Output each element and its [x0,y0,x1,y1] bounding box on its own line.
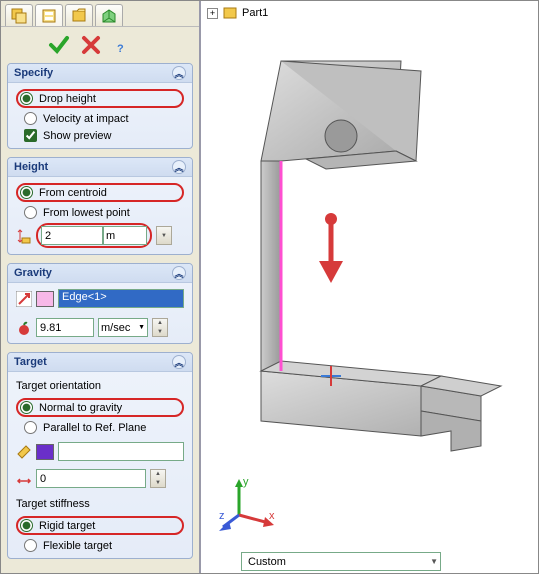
radio-from-centroid-input[interactable] [20,186,33,199]
group-specify-header[interactable]: Specify ︽ [8,64,192,83]
panel-tabbar [1,1,199,27]
part-icon [222,5,238,21]
radio-normal-input[interactable] [20,401,33,414]
radio-parallel-plane[interactable]: Parallel to Ref. Plane [16,421,184,434]
radio-drop-height-input[interactable] [20,92,33,105]
gravity-unit-label: m/sec [101,322,130,334]
radio-normal-to-gravity[interactable]: Normal to gravity [20,401,122,414]
ok-button[interactable] [47,33,71,57]
part-name-label: Part1 [242,7,268,19]
height-unit-dropdown[interactable]: ▼ [156,226,172,245]
group-specify: Specify ︽ Drop height Velocity at impact [7,63,193,149]
radio-flexible-target[interactable]: Flexible target [16,539,184,552]
group-gravity-title: Gravity [14,267,52,279]
direction-icon [16,291,32,307]
group-specify-title: Specify [14,67,53,79]
height-unit-label: m [106,230,115,242]
radio-parallel-label: Parallel to Ref. Plane [43,422,146,434]
friction-spinner[interactable]: ▲▼ [150,469,166,488]
gravity-unit-select[interactable]: m/sec▼ [98,318,148,337]
check-show-preview-input[interactable] [24,129,37,142]
question-icon: ? [112,34,134,56]
gravity-value-input[interactable] [36,318,94,337]
collapse-icon[interactable]: ︽ [172,355,186,369]
radio-velocity-label: Velocity at impact [43,113,129,125]
graphics-viewport[interactable]: + Part1 [201,1,538,573]
group-target: Target ︽ Target orientation Normal to gr… [7,352,193,559]
friction-value-input[interactable] [36,469,146,488]
panel-scroll[interactable]: Specify ︽ Drop height Velocity at impact [1,63,199,573]
radio-rigid-input[interactable] [20,519,33,532]
help-button[interactable]: ? [111,33,135,57]
gravity-color-swatch [36,291,54,307]
tab-config[interactable] [65,4,93,26]
radio-flexible-input[interactable] [24,539,37,552]
gravity-selection-text: Edge<1> [62,291,107,303]
part-geometry [221,41,521,491]
plane-select-icon [16,444,32,460]
check-show-preview-label: Show preview [43,130,111,142]
gravity-selection-box[interactable]: Edge<1> [58,289,184,308]
radio-drop-height-label: Drop height [39,93,96,105]
friction-icon [16,471,32,487]
view-mode-dropdown[interactable]: Custom ▼ [241,552,441,571]
apple-icon [16,320,32,336]
radio-flexible-label: Flexible target [43,540,112,552]
height-icon [16,228,32,244]
x-icon [80,34,102,56]
feature-tree-icon [11,8,27,24]
pm-action-bar: ? [1,27,199,63]
radio-rigid-target[interactable]: Rigid target [20,519,95,532]
radio-from-lowest-label: From lowest point [43,207,130,219]
target-orientation-heading: Target orientation [16,380,184,392]
radio-parallel-input[interactable] [24,421,37,434]
radio-velocity[interactable]: Velocity at impact [16,112,184,125]
config-manager-icon [71,8,87,24]
cancel-button[interactable] [79,33,103,57]
collapse-icon[interactable]: ︽ [172,66,186,80]
property-manager-icon [41,8,57,24]
tab-property-manager[interactable] [35,4,63,26]
view-triad[interactable]: y x z [219,475,279,535]
collapse-icon[interactable]: ︽ [172,160,186,174]
check-icon [48,34,70,56]
gravity-arrow-icon [319,213,343,283]
tab-render[interactable] [95,4,123,26]
target-plane-selection[interactable] [58,442,184,461]
axis-y-label: y [243,476,249,488]
radio-from-centroid-label: From centroid [39,187,107,199]
view-mode-label: Custom [248,556,286,568]
target-stiffness-heading: Target stiffness [16,498,184,510]
axis-x-label: x [269,510,275,522]
target-color-swatch [36,444,54,460]
group-height-title: Height [14,161,48,173]
collapse-icon[interactable]: ︽ [172,266,186,280]
radio-from-centroid[interactable]: From centroid [20,186,107,199]
radio-from-lowest[interactable]: From lowest point [16,206,184,219]
tab-feature[interactable] [5,4,33,26]
group-target-title: Target [14,356,47,368]
group-target-header[interactable]: Target ︽ [8,353,192,372]
flyout-tree[interactable]: + Part1 [207,5,268,21]
height-value-input[interactable] [41,226,103,245]
property-panel: ? Specify ︽ Drop height [1,1,201,573]
group-gravity: Gravity ︽ Edge<1> m/ [7,263,193,344]
height-unit-select[interactable]: m [103,226,147,245]
check-show-preview[interactable]: Show preview [16,129,184,142]
gravity-spinner[interactable]: ▲▼ [152,318,168,337]
radio-rigid-label: Rigid target [39,520,95,532]
radio-from-lowest-input[interactable] [24,206,37,219]
render-icon [101,8,117,24]
group-gravity-header[interactable]: Gravity ︽ [8,264,192,283]
group-height: Height ︽ From centroid From lowest point [7,157,193,255]
radio-velocity-input[interactable] [24,112,37,125]
radio-normal-label: Normal to gravity [39,402,122,414]
expand-icon[interactable]: + [207,8,218,19]
svg-text:?: ? [117,43,124,55]
radio-drop-height[interactable]: Drop height [20,92,96,105]
axis-z-label: z [219,510,225,522]
group-height-header[interactable]: Height ︽ [8,158,192,177]
